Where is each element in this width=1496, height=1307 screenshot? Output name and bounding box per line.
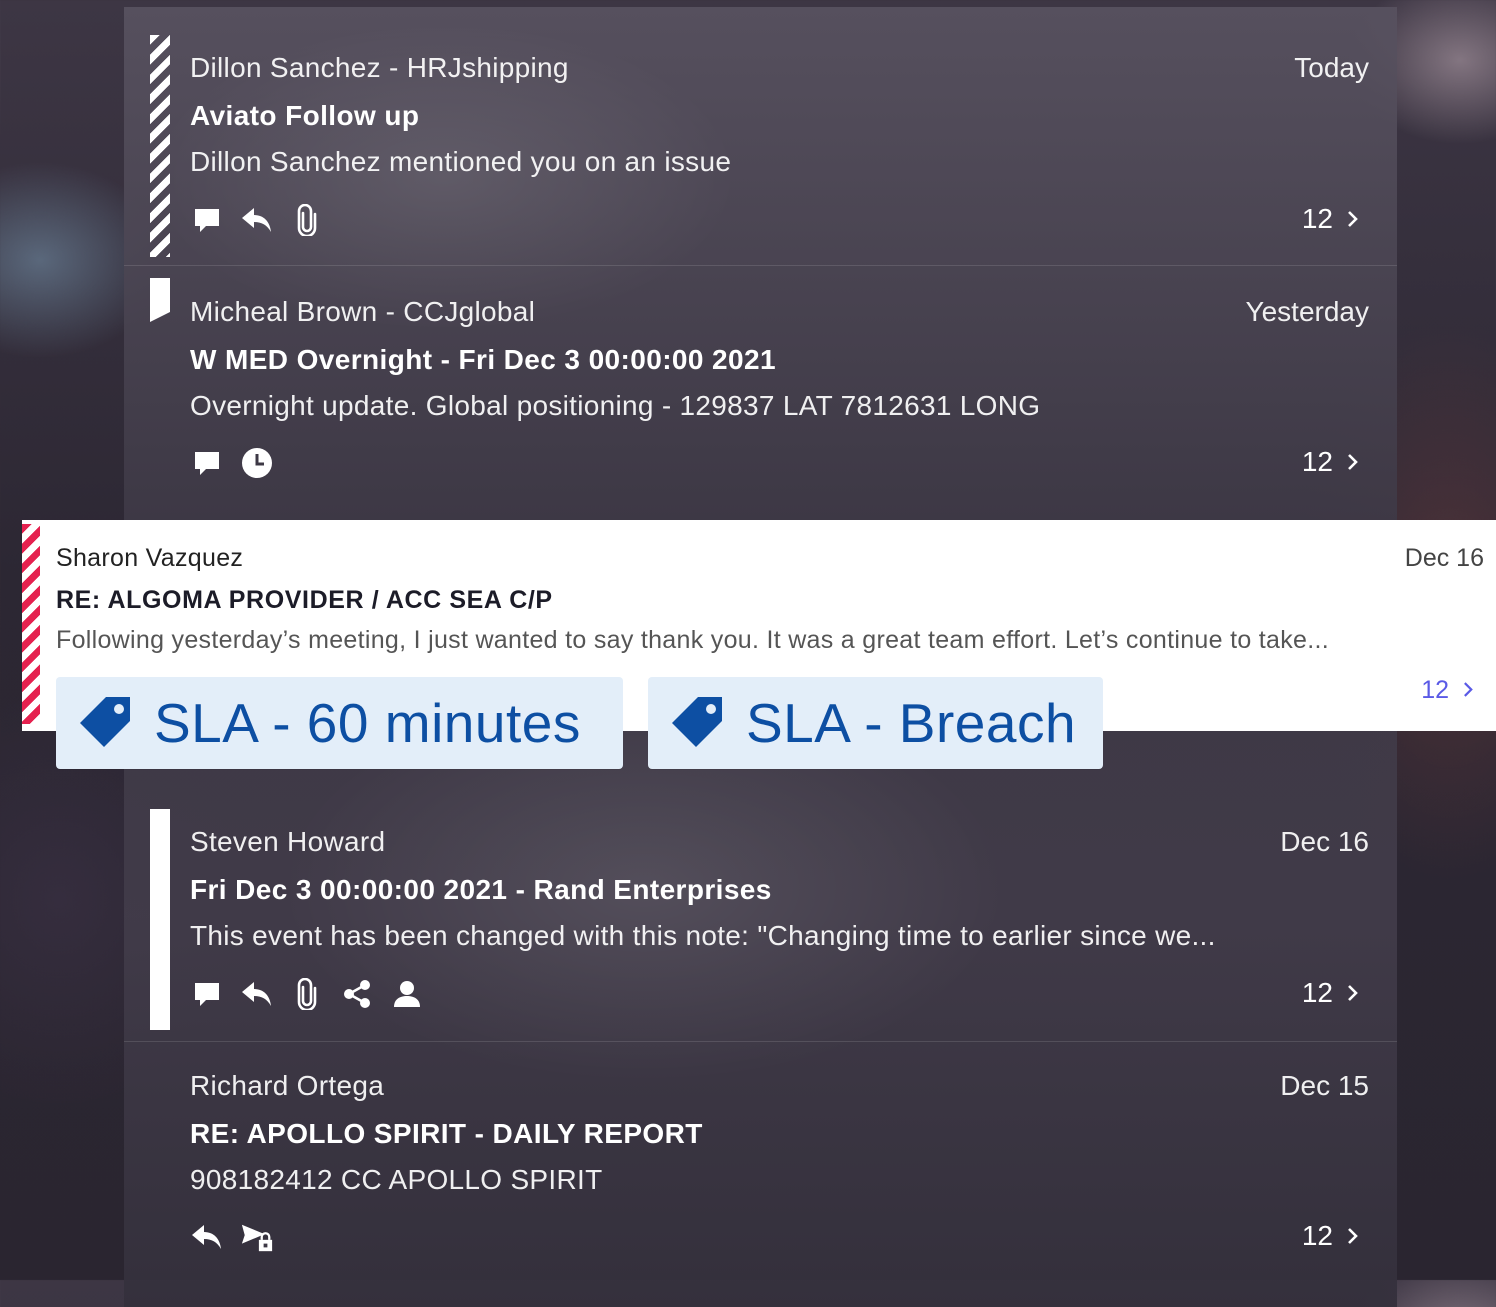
message-preview: This event has been changed with this no… [190, 920, 1216, 951]
chevron-right-icon [1347, 446, 1359, 478]
message-subject: Fri Dec 3 00:00:00 2021 - Rand Enterpris… [190, 874, 772, 905]
thread-count-link[interactable]: 12 [1302, 1220, 1359, 1252]
message-preview: Following yesterday’s meeting, I just wa… [56, 626, 1329, 654]
chevron-right-icon [1347, 1220, 1359, 1252]
message-row[interactable]: Richard Ortega Dec 15 RE: APOLLO SPIRIT … [124, 1042, 1397, 1280]
thread-count: 12 [1421, 676, 1449, 704]
attachment-icon[interactable] [290, 977, 324, 1011]
reply-icon[interactable] [190, 1220, 224, 1254]
thread-count: 12 [1301, 203, 1333, 234]
tag-icon [80, 697, 130, 747]
message-row[interactable]: Steven Howard Dec 16 Fri Dec 3 00:00:00 … [124, 795, 1397, 1042]
message-action-icons [190, 977, 424, 1011]
reply-icon[interactable] [240, 977, 274, 1011]
share-icon[interactable] [340, 977, 374, 1011]
message-sender: Dillon Sanchez - HRJshipping [190, 52, 569, 83]
message-date: Dec 16 [1404, 544, 1484, 572]
chevron-right-icon [1347, 203, 1359, 235]
tag-icon [672, 697, 722, 747]
message-subject: RE: ALGOMA PROVIDER / ACC SEA C/P [56, 586, 553, 614]
message-subject: Aviato Follow up [190, 100, 420, 131]
sla-tag-label: SLA - Breach [746, 692, 1077, 754]
message-preview: 908182412 CC APOLLO SPIRIT [190, 1164, 603, 1195]
comment-icon[interactable] [190, 203, 224, 237]
sla-breach-stripe-marker [22, 524, 40, 724]
message-subject: W MED Overnight - Fri Dec 3 00:00:00 202… [190, 344, 776, 375]
message-row[interactable]: Dillon Sanchez - HRJshipping Today Aviat… [124, 7, 1397, 266]
clock-icon[interactable] [240, 446, 274, 480]
sla-tag[interactable]: SLA - Breach [648, 677, 1103, 769]
message-action-icons [190, 1220, 274, 1254]
sla-tag[interactable]: SLA - 60 minutes [56, 677, 623, 769]
thread-count: 12 [1301, 1220, 1333, 1251]
message-action-icons [190, 203, 324, 237]
message-date: Dec 16 [1280, 826, 1369, 857]
message-date: Dec 15 [1280, 1070, 1369, 1101]
message-date: Today [1294, 52, 1369, 83]
message-sender: Sharon Vazquez [56, 544, 244, 572]
message-sender: Steven Howard [190, 826, 386, 857]
priority-hatch-marker [150, 35, 170, 257]
person-icon[interactable] [390, 977, 424, 1011]
reply-icon[interactable] [240, 203, 274, 237]
message-preview: Overnight update. Global positioning - 1… [190, 390, 1041, 421]
chevron-right-icon [1347, 977, 1359, 1009]
message-date: Yesterday [1245, 296, 1370, 327]
thread-count: 12 [1301, 977, 1333, 1008]
flag-marker [150, 278, 170, 322]
attachment-icon[interactable] [290, 203, 324, 237]
comment-icon[interactable] [190, 446, 224, 480]
message-sender: Micheal Brown - CCJglobal [190, 296, 536, 327]
message-action-icons [190, 446, 274, 480]
sla-tag-label: SLA - 60 minutes [154, 692, 581, 754]
chevron-right-icon [1463, 676, 1474, 705]
thread-count: 12 [1301, 446, 1333, 477]
comment-icon[interactable] [190, 977, 224, 1011]
thread-count-link[interactable]: 12 [1421, 676, 1474, 705]
thread-count-link[interactable]: 12 [1302, 446, 1359, 478]
thread-count-link[interactable]: 12 [1302, 977, 1359, 1009]
forward-locked-icon[interactable] [240, 1220, 274, 1254]
unread-marker [150, 809, 170, 1030]
message-sender: Richard Ortega [190, 1070, 385, 1101]
message-subject: RE: APOLLO SPIRIT - DAILY REPORT [190, 1118, 703, 1149]
thread-count-link[interactable]: 12 [1302, 203, 1359, 235]
message-row[interactable]: Micheal Brown - CCJglobal Yesterday W ME… [124, 266, 1397, 520]
message-preview: Dillon Sanchez mentioned you on an issue [190, 146, 732, 177]
